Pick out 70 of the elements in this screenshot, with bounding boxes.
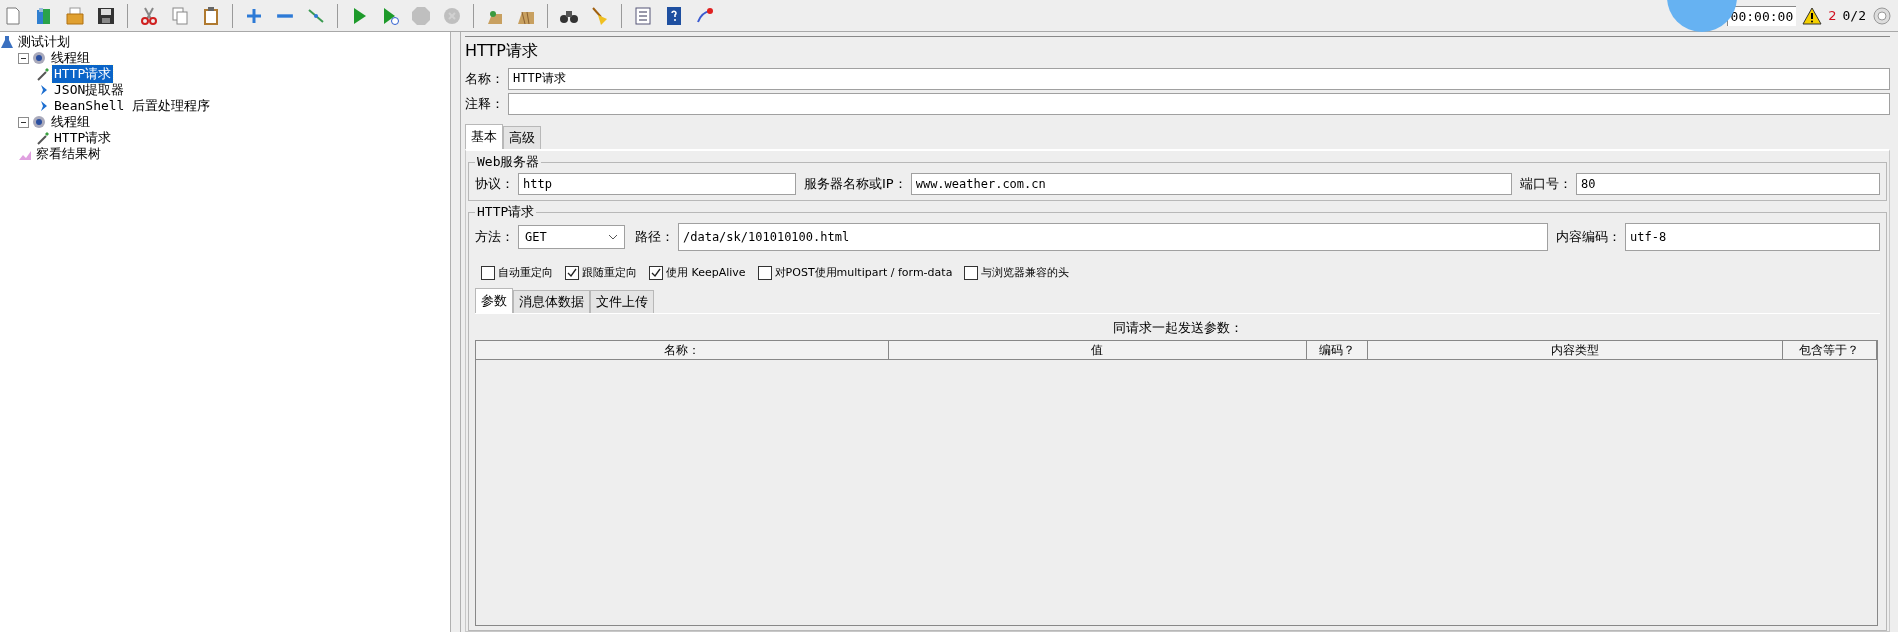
group-title: Web服务器 bbox=[476, 153, 541, 171]
tab[interactable]: 基本 bbox=[465, 124, 503, 149]
port-label: 端口号： bbox=[1520, 174, 1572, 193]
checkbox-option[interactable]: 与浏览器兼容的头 bbox=[964, 265, 1070, 280]
document-icon bbox=[3, 5, 23, 26]
tree-item[interactable]: 线程组 bbox=[49, 113, 92, 131]
port-field[interactable]: 80 bbox=[1576, 172, 1880, 195]
protocol-label: 协议： bbox=[475, 174, 514, 193]
checkbox[interactable] bbox=[481, 265, 495, 280]
tree-item[interactable]: HTTP请求 bbox=[52, 129, 114, 147]
checkbox[interactable] bbox=[649, 265, 663, 280]
expand-toggle[interactable] bbox=[18, 116, 29, 128]
minus-icon bbox=[276, 13, 294, 18]
expand-toggle[interactable] bbox=[18, 52, 29, 64]
comment-label: 注释： bbox=[465, 94, 504, 113]
tab[interactable]: 高级 bbox=[503, 126, 541, 149]
pipette-icon bbox=[36, 131, 50, 145]
method-dropdown[interactable]: GET bbox=[518, 225, 625, 249]
checkbox-option[interactable]: 对POST使用multipart / form-data bbox=[757, 265, 953, 280]
name-label: 名称： bbox=[465, 69, 504, 88]
stop-icon bbox=[442, 5, 462, 26]
column-header: 包含等于？ bbox=[1782, 341, 1877, 360]
tree-item[interactable]: JSON提取器 bbox=[52, 81, 127, 99]
warning-count: 2 bbox=[1828, 8, 1837, 23]
method-label: 方法： bbox=[475, 228, 514, 246]
panel-title: HTTP请求 bbox=[465, 36, 1890, 66]
warning-icon[interactable] bbox=[1802, 6, 1823, 25]
checkbox[interactable] bbox=[964, 265, 979, 280]
encoding-label: 内容编码： bbox=[1556, 228, 1621, 246]
scissors-icon bbox=[139, 5, 159, 26]
column-header: 编码？ bbox=[1306, 341, 1368, 360]
path-label: 路径： bbox=[635, 228, 674, 246]
checkbox-option[interactable]: 自动重定向 bbox=[481, 265, 553, 280]
server-field[interactable]: www.weather.com.cn bbox=[910, 172, 1512, 195]
active-threads: 0/2 bbox=[1842, 8, 1866, 23]
tree-item[interactable]: 测试计划 bbox=[16, 33, 72, 51]
protocol-field[interactable]: http bbox=[518, 172, 796, 195]
column-header: 名称： bbox=[476, 341, 890, 360]
caret-icon bbox=[608, 234, 618, 240]
list-icon bbox=[633, 5, 653, 26]
name-field[interactable]: HTTP请求 bbox=[508, 67, 1890, 90]
table-title: 同请求一起发送参数： bbox=[1111, 319, 1244, 337]
tab[interactable]: 参数 bbox=[475, 288, 513, 313]
pipette-icon bbox=[36, 67, 50, 81]
checkbox[interactable] bbox=[757, 265, 772, 280]
status-icon bbox=[1872, 5, 1892, 26]
checkbox[interactable] bbox=[565, 265, 579, 280]
copy-icon bbox=[170, 5, 190, 26]
column-header: 内容类型 bbox=[1367, 341, 1783, 360]
tree-item[interactable]: 察看结果树 bbox=[34, 145, 103, 163]
flask-icon bbox=[0, 35, 14, 49]
stop-icon bbox=[411, 5, 431, 26]
folder-icon bbox=[65, 5, 85, 26]
encoding-field[interactable]: utf-8 bbox=[1625, 223, 1880, 251]
tree-item[interactable]: BeanShell 后置处理程序 bbox=[52, 97, 213, 115]
path-field[interactable]: /data/sk/101010100.html bbox=[678, 223, 1548, 251]
group-title: HTTP请求 bbox=[476, 203, 536, 221]
help-icon bbox=[664, 5, 684, 26]
column-header: 值 bbox=[889, 341, 1307, 360]
tab[interactable]: 消息体数据 bbox=[513, 290, 590, 313]
tree-item[interactable]: 线程组 bbox=[49, 49, 92, 67]
clipboard-icon bbox=[201, 5, 221, 26]
tab[interactable]: 文件上传 bbox=[590, 290, 654, 313]
gear-icon bbox=[31, 115, 47, 129]
server-label: 服务器名称或IP： bbox=[804, 174, 907, 193]
tree-item[interactable]: HTTP请求 bbox=[52, 65, 114, 83]
checkbox-option[interactable]: 使用 KeepAlive bbox=[649, 265, 746, 280]
gear-icon bbox=[31, 51, 47, 65]
comment-field[interactable] bbox=[508, 92, 1890, 115]
checkbox-option[interactable]: 跟随重定向 bbox=[565, 265, 637, 280]
